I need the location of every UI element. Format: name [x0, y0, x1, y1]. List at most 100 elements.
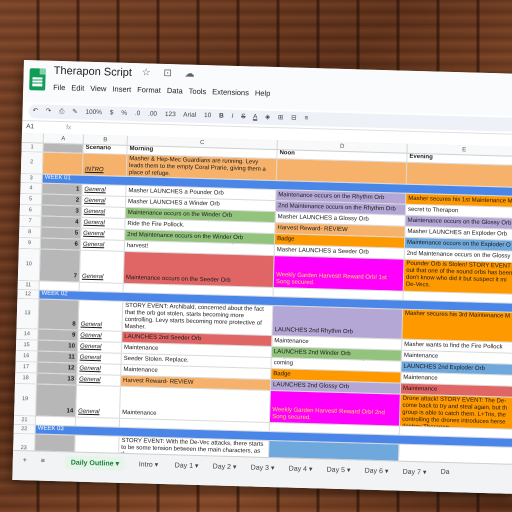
cell[interactable] [39, 281, 80, 291]
row-number[interactable]: 2 [20, 151, 44, 174]
menu-view[interactable]: View [90, 84, 106, 93]
cell[interactable]: 10 [37, 340, 79, 352]
cell-reference[interactable]: A1 [26, 121, 34, 133]
chevron-down-icon[interactable]: ▾ [383, 468, 389, 475]
chevron-down-icon[interactable]: ▾ [193, 463, 199, 470]
menu-extensions[interactable]: Extensions [212, 87, 249, 97]
number-format-button[interactable]: 123 [165, 111, 176, 118]
decrease-decimal-button[interactable]: .0 [135, 110, 141, 117]
undo-icon[interactable]: ↶ [32, 107, 38, 114]
menu-data[interactable]: Data [167, 86, 183, 95]
row-number[interactable]: 7 [19, 215, 42, 227]
cell[interactable]: 9 [38, 329, 79, 341]
chevron-down-icon[interactable]: ▾ [113, 461, 119, 468]
menu-format[interactable]: Format [137, 85, 161, 95]
cell[interactable]: Pounder Orb is Stolen! STORY EVENT out t… [403, 259, 512, 294]
cell[interactable] [42, 152, 84, 175]
increase-decimal-button[interactable]: .00 [148, 110, 157, 117]
strikethrough-button[interactable]: S [241, 113, 246, 120]
menu-insert[interactable]: Insert [112, 84, 131, 94]
cell[interactable]: General [82, 184, 127, 196]
merge-icon[interactable]: ⊟ [291, 114, 297, 121]
cell[interactable]: Weekly Garden Harvest! Reward Orb! 2nd S… [269, 391, 401, 426]
cell[interactable] [35, 416, 77, 426]
row-number[interactable]: 6 [19, 204, 42, 216]
cell[interactable]: General [81, 195, 127, 207]
chevron-down-icon[interactable]: ▾ [231, 464, 237, 471]
align-icon[interactable]: ≡ [304, 115, 308, 122]
row-number[interactable]: 4 [20, 182, 43, 194]
cell[interactable]: STORY EVENT: Archibald, concerned about … [122, 301, 274, 336]
row-number[interactable]: 1 [21, 142, 44, 152]
row-number[interactable]: 5 [19, 193, 43, 205]
sheets-logo-icon[interactable] [29, 68, 46, 91]
cell[interactable]: General [78, 300, 124, 331]
menu-file[interactable]: File [53, 83, 65, 92]
cell[interactable]: General [78, 330, 123, 342]
cell[interactable]: 5 [41, 227, 82, 239]
cell[interactable]: Masher & Hep-Mec Guardians are running. … [126, 154, 278, 181]
cell[interactable] [79, 282, 124, 292]
cell[interactable] [43, 143, 84, 153]
cell[interactable]: Maintenance occurs on the Seeder Orb [123, 251, 275, 288]
cell[interactable] [75, 417, 121, 427]
menu-help[interactable]: Help [255, 88, 271, 97]
tab-day-2[interactable]: Day 2 ▾ [213, 462, 237, 471]
row-number[interactable]: 19 [14, 383, 37, 416]
cell[interactable] [276, 159, 408, 184]
chevron-down-icon[interactable]: ▾ [421, 469, 427, 476]
chevron-down-icon[interactable]: ▾ [307, 466, 313, 473]
row-number[interactable]: 22 [13, 424, 36, 434]
row-number[interactable]: 15 [15, 339, 39, 351]
cell[interactable]: General [76, 374, 122, 386]
font-select[interactable]: Arial [183, 111, 196, 118]
tab-day-3[interactable]: Day 3 ▾ [251, 463, 275, 472]
menu-tools[interactable]: Tools [189, 87, 207, 96]
row-number[interactable]: 10 [17, 248, 41, 281]
row-number[interactable]: 11 [17, 280, 40, 290]
row-number[interactable]: 17 [15, 361, 38, 373]
cell[interactable]: 4 [41, 216, 82, 228]
cell[interactable]: Maintenance [120, 386, 271, 423]
tab-day-7[interactable]: Day 7 ▾ [403, 468, 427, 477]
cell[interactable]: 8 [38, 299, 80, 330]
row-number[interactable]: 16 [15, 350, 38, 362]
cell[interactable]: 3 [41, 205, 82, 217]
cell[interactable]: 13 [36, 373, 78, 385]
chevron-down-icon[interactable]: ▾ [269, 465, 275, 472]
tab-day-1[interactable]: Day 1 ▾ [175, 461, 199, 470]
row-number[interactable]: 21 [13, 415, 37, 425]
bold-button[interactable]: B [219, 112, 224, 119]
cell[interactable]: General [81, 228, 126, 240]
cell[interactable]: Scenario [83, 144, 128, 154]
text-color-button[interactable]: A [253, 113, 258, 120]
cell[interactable]: General [79, 250, 125, 283]
redo-icon[interactable]: ↷ [46, 108, 52, 115]
row-number[interactable]: 13 [16, 298, 40, 329]
cell[interactable] [406, 162, 512, 187]
print-icon[interactable]: ⎙ [59, 108, 64, 115]
cell[interactable]: General [76, 385, 121, 418]
add-sheet-icon[interactable]: + [23, 457, 27, 464]
cell[interactable]: Drone attack! STORY EVENT: The De- come … [399, 394, 512, 429]
row-number[interactable]: 9 [18, 237, 42, 249]
italic-button[interactable]: I [231, 113, 233, 120]
cell[interactable]: 12 [37, 362, 78, 374]
tab-da[interactable]: Da [441, 469, 450, 476]
chevron-down-icon[interactable]: ▾ [153, 462, 159, 469]
cell[interactable]: General [81, 206, 126, 218]
all-sheets-icon[interactable]: ≡ [41, 458, 45, 465]
tab-day-4[interactable]: Day 4 ▾ [289, 465, 313, 474]
cell[interactable]: Weekly Garden Harvest! Reward Orb! 1st S… [273, 256, 405, 291]
paint-format-icon[interactable]: ✎ [72, 108, 78, 115]
cell[interactable]: General [81, 217, 126, 229]
zoom-select[interactable]: 100% [85, 109, 102, 116]
cell[interactable]: 1 [42, 183, 83, 195]
cell[interactable]: 7 [39, 249, 81, 282]
cell[interactable]: 2 [41, 194, 83, 206]
row-number[interactable]: 14 [16, 328, 39, 340]
currency-button[interactable]: $ [110, 109, 114, 116]
tab-day-6[interactable]: Day 6 ▾ [365, 467, 389, 476]
row-number[interactable]: 3 [20, 173, 43, 183]
document-title[interactable]: Therapon Script [54, 65, 133, 79]
